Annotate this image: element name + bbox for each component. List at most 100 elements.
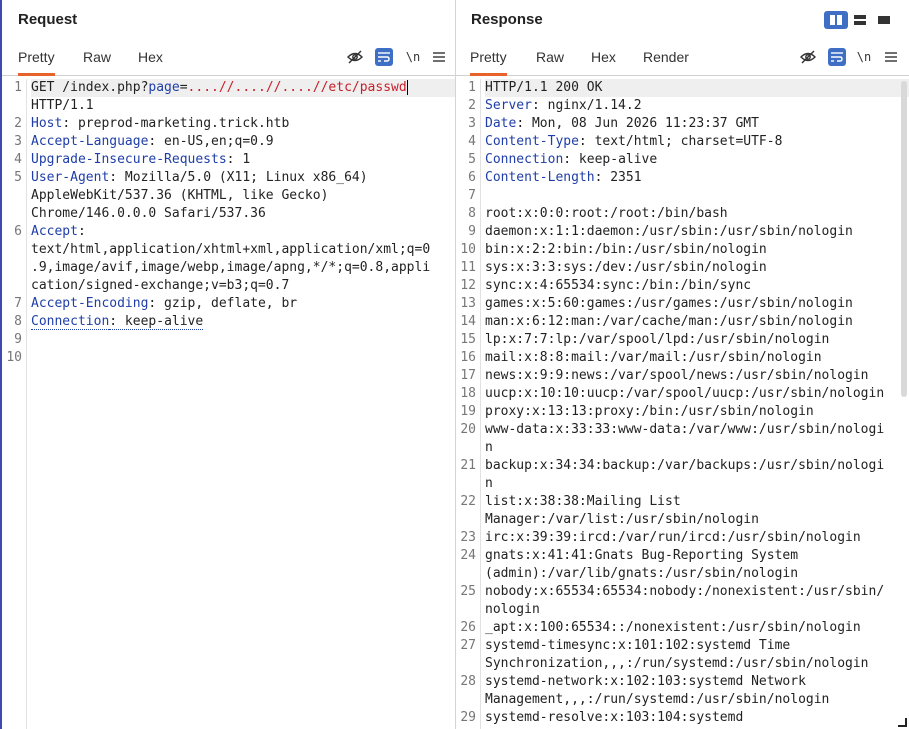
- line-number: 7: [468, 188, 476, 203]
- request-tab-pretty[interactable]: Pretty: [18, 40, 55, 76]
- code-token: uucp:x:10:10:uucp:/var/spool/uucp:/usr/s…: [485, 386, 885, 401]
- request-editor[interactable]: 1 2 3 4 5 6 7 8 9 10 GET /index.php?page=....//..…: [2, 79, 455, 729]
- hide-nonprintable-icon[interactable]: [799, 48, 817, 66]
- code-token: _apt:x:100:65534::/nonexistent:/usr/sbin…: [485, 620, 861, 635]
- code-line: lp:x:7:7:lp:/var/spool/lpd:/usr/sbin/nol…: [485, 331, 909, 349]
- line-number: 29: [460, 710, 476, 725]
- code-line: bin:x:2:2:bin:/bin:/usr/sbin/nologin: [485, 241, 909, 259]
- code-token: Server: [485, 98, 532, 113]
- code-line: proxy:x:13:13:proxy:/bin:/usr/sbin/nolog…: [485, 403, 909, 421]
- line-number: 10: [6, 350, 22, 365]
- hide-nonprintable-icon[interactable]: [346, 48, 364, 66]
- code-line: n: [485, 475, 909, 493]
- line-number: 2: [468, 98, 476, 113]
- code-line: Content-Type: text/html; charset=UTF-8: [485, 133, 909, 151]
- code-token: ....//....//....//etc/passwd: [187, 80, 407, 95]
- code-token: cation/signed-exchange;v=b3;q=0.7: [31, 278, 290, 293]
- line-number: 9: [468, 224, 476, 239]
- word-wrap-icon[interactable]: [375, 48, 393, 66]
- response-tab-pretty[interactable]: Pretty: [470, 40, 507, 76]
- code-token: systemd-resolve:x:103:104:systemd: [485, 710, 744, 725]
- code-token: games:x:5:60:games:/usr/games:/usr/sbin/…: [485, 296, 853, 311]
- word-wrap-icon[interactable]: [828, 48, 846, 66]
- code-line: HTTP/1.1: [31, 97, 455, 115]
- request-tab-raw[interactable]: Raw: [83, 40, 111, 73]
- line-number: 2: [14, 116, 22, 131]
- request-tab-hex[interactable]: Hex: [138, 40, 163, 73]
- line-number: 24: [460, 548, 476, 563]
- code-token: : gzip, deflate, br: [148, 296, 298, 311]
- line-number: 9: [14, 332, 22, 347]
- newline-toggle-icon[interactable]: \n: [404, 48, 422, 66]
- response-pane: Response Pretty Raw Hex Render \n 123456…: [456, 0, 909, 729]
- newline-toggle-icon[interactable]: \n: [855, 48, 873, 66]
- menu-icon[interactable]: [882, 48, 900, 66]
- code-line: text/html,application/xhtml+xml,applicat…: [31, 241, 455, 259]
- response-code[interactable]: HTTP/1.1 200 OK Server: nginx/1.14.2 Date:…: [485, 79, 909, 727]
- code-token: sync:x:4:65534:sync:/bin:/bin/sync: [485, 278, 752, 293]
- code-token: GET /index.php?: [31, 80, 149, 95]
- request-code[interactable]: GET /index.php?page=....//....//....//et…: [31, 79, 455, 367]
- text-caret: [406, 80, 408, 95]
- code-line: list:x:38:38:Mailing List: [485, 493, 909, 511]
- line-number: 17: [460, 368, 476, 383]
- code-token: : Mon, 08 Jun 2026 11:23:37 GMT: [516, 116, 759, 131]
- line-number: 20: [460, 422, 476, 437]
- code-line: gnats:x:41:41:Gnats Bug-Reporting System: [485, 547, 909, 565]
- layout-side-by-side-icon[interactable]: [824, 11, 848, 29]
- code-token: bin:x:2:2:bin:/bin:/usr/sbin/nologin: [485, 242, 767, 257]
- code-line: Connection: keep-alive: [485, 151, 909, 169]
- code-token: : 2351: [594, 170, 642, 185]
- code-token: : 1: [226, 152, 251, 167]
- code-token: Accept-Language: [31, 134, 149, 149]
- line-number: 1: [468, 80, 476, 95]
- response-tab-hex[interactable]: Hex: [591, 40, 616, 73]
- line-number: 4: [14, 152, 22, 167]
- line-number: 6: [468, 170, 476, 185]
- line-number: 22: [460, 494, 476, 509]
- line-number: 3: [468, 116, 476, 131]
- code-line: systemd-resolve:x:103:104:systemd: [485, 709, 909, 727]
- code-line: Management,,,:/run/systemd:/usr/sbin/nol…: [485, 691, 909, 709]
- code-line: nologin: [485, 601, 909, 619]
- code-line: .9,image/avif,image/webp,image/apng,*/*;…: [31, 259, 455, 277]
- code-line: daemon:x:1:1:daemon:/usr/sbin:/usr/sbin/…: [485, 223, 909, 241]
- code-token: Management,,,:/run/systemd:/usr/sbin/nol…: [485, 692, 830, 707]
- layout-toggle: [824, 11, 896, 29]
- code-token: Upgrade-Insecure-Requests: [31, 152, 227, 167]
- line-number: 3: [14, 134, 22, 149]
- code-token: : keep-alive: [563, 152, 658, 167]
- request-line-gutter: 1 2 3 4 5 6 7 8 9 10: [2, 79, 27, 729]
- code-token: daemon:x:1:1:daemon:/usr/sbin:/usr/sbin/…: [485, 224, 853, 239]
- code-line: nobody:x:65534:65534:nobody:/nonexistent…: [485, 583, 909, 601]
- response-tab-render[interactable]: Render: [643, 40, 689, 73]
- layout-stacked-icon[interactable]: [848, 11, 872, 29]
- code-token: root:x:0:0:root:/root:/bin/bash: [485, 206, 728, 221]
- response-scrollbar[interactable]: [901, 81, 907, 397]
- code-token: n: [485, 476, 493, 491]
- response-line-gutter: 1 2 3 4 5 6 7 8 9 10 11 12 13 14 15 16 17 18 19 20 21 22 23 24 2…: [456, 79, 481, 729]
- code-token: Chrome/146.0.0.0 Safari/537.36: [31, 206, 266, 221]
- response-editor[interactable]: 1 2 3 4 5 6 7 8 9 10 11 12 13 14 15 16 17 18 19 20 21 22 23 24 2…: [456, 79, 909, 729]
- code-token: man:x:6:12:man:/var/cache/man:/usr/sbin/…: [485, 314, 853, 329]
- line-number: 8: [14, 314, 22, 329]
- code-token: proxy:x:13:13:proxy:/bin:/usr/sbin/nolog…: [485, 404, 814, 419]
- resize-handle-icon[interactable]: [898, 718, 907, 727]
- code-line: sync:x:4:65534:sync:/bin:/bin/sync: [485, 277, 909, 295]
- line-number: 1: [14, 80, 22, 95]
- code-line: systemd-network:x:102:103:systemd Networ…: [485, 673, 909, 691]
- code-line: Date: Mon, 08 Jun 2026 11:23:37 GMT: [485, 115, 909, 133]
- code-token: Connection: [31, 314, 110, 330]
- code-token: irc:x:39:39:ircd:/var/run/ircd:/usr/sbin…: [485, 530, 861, 545]
- line-number: 7: [14, 296, 22, 311]
- code-token: nologin: [485, 602, 540, 617]
- layout-single-icon[interactable]: [872, 11, 896, 29]
- code-token: Date: [485, 116, 517, 131]
- menu-icon[interactable]: [430, 48, 448, 66]
- code-token: Synchronization,,,:/run/systemd:/usr/sbi…: [485, 656, 869, 671]
- code-line: AppleWebKit/537.36 (KHTML, like Gecko): [31, 187, 455, 205]
- code-line: Content-Length: 2351: [485, 169, 909, 187]
- response-tab-raw[interactable]: Raw: [536, 40, 564, 73]
- line-number: 15: [460, 332, 476, 347]
